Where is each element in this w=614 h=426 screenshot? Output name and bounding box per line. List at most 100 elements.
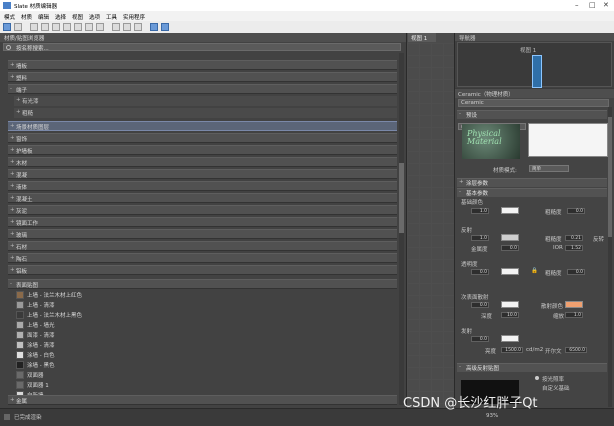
kelvin-spinner[interactable]: 6500.0: [565, 347, 587, 353]
move-icon[interactable]: [30, 23, 38, 31]
rollout-special-maps[interactable]: - 高级反射贴图: [457, 363, 607, 372]
menu-tools[interactable]: 工具: [106, 13, 117, 21]
base-weight-spinner[interactable]: 1.0: [471, 208, 489, 214]
category-row[interactable]: + 混凝: [8, 169, 397, 179]
material-item[interactable]: 双面器 1: [16, 380, 397, 390]
radio-physical[interactable]: [535, 376, 539, 380]
background-icon[interactable]: [96, 23, 104, 31]
emission-color-swatch[interactable]: [501, 335, 519, 342]
material-item[interactable]: 涂墙 - 清漆: [16, 340, 397, 350]
category-row[interactable]: + 塑料: [8, 72, 397, 82]
reflection-weight-spinner[interactable]: 1.0: [471, 235, 489, 241]
category-row[interactable]: + 灰泥: [8, 205, 397, 215]
expand-icon: +: [10, 123, 15, 129]
navigator-node[interactable]: [532, 55, 542, 88]
menu-material[interactable]: 材质: [21, 13, 32, 21]
scatter-color-swatch[interactable]: [565, 301, 583, 308]
menu-utilities[interactable]: 实用程序: [123, 13, 145, 21]
menu-edit[interactable]: 编辑: [38, 13, 49, 21]
close-icon[interactable]: ✕: [603, 1, 609, 9]
maximize-icon[interactable]: □: [589, 1, 596, 9]
navigator-view[interactable]: 视图 1: [457, 42, 612, 88]
search-input[interactable]: 按名称搜索...: [3, 43, 401, 52]
transparency-color-swatch[interactable]: [501, 268, 519, 275]
category-row[interactable]: + 护墙板: [8, 145, 397, 155]
material-item[interactable]: 上墙 - 清漆: [16, 300, 397, 310]
base-color-swatch[interactable]: [501, 207, 519, 214]
node-view[interactable]: 视图 1: [407, 33, 455, 408]
reflection-color-swatch[interactable]: [501, 234, 519, 241]
category-row[interactable]: + 金属: [8, 395, 397, 405]
menu-select[interactable]: 选择: [55, 13, 66, 21]
category-row[interactable]: + 混凝土: [8, 193, 397, 203]
map-icon[interactable]: [85, 23, 93, 31]
render-icon[interactable]: [41, 23, 49, 31]
subcategory-row[interactable]: + 粗糙: [14, 108, 397, 118]
material-mode-dropdown[interactable]: 简单: [529, 165, 569, 172]
category-row-selected[interactable]: + 场景材质图层: [8, 121, 397, 131]
roughness-spinner[interactable]: 0.0: [567, 208, 585, 214]
pick-icon[interactable]: [14, 23, 22, 31]
scroll-thumb[interactable]: [399, 163, 404, 233]
tab-view1[interactable]: 视图 1: [408, 33, 436, 42]
inverse-label: 反转: [593, 237, 605, 243]
view-nav-icon[interactable]: [161, 23, 169, 31]
rollout-coating[interactable]: + 涂层参数: [457, 178, 607, 187]
material-item[interactable]: 涂墙 - 黑色: [16, 360, 397, 370]
lock-icon[interactable]: [74, 23, 82, 31]
delete-icon[interactable]: [63, 23, 71, 31]
category-row[interactable]: + 玻璃: [8, 229, 397, 239]
browser-header: 材质/贴图浏览器: [0, 33, 406, 42]
material-item[interactable]: 上墙 - 法兰木材上黑色: [16, 310, 397, 320]
scale-spinner[interactable]: 1.0: [565, 312, 583, 318]
lock-icon[interactable]: 🔒: [531, 268, 538, 274]
category-row[interactable]: + 木材: [8, 157, 397, 167]
metalness-spinner[interactable]: 0.0: [501, 245, 519, 251]
category-row[interactable]: + 液体: [8, 181, 397, 191]
browser-scrollbar[interactable]: [399, 53, 404, 405]
category-row[interactable]: + 铝板: [8, 265, 397, 275]
reflection-roughness-spinner[interactable]: 0.21: [565, 235, 583, 241]
menu-view[interactable]: 视图: [72, 13, 83, 21]
view-params-icon[interactable]: [150, 23, 158, 31]
select-tool-icon[interactable]: [3, 23, 11, 31]
window-title: Slate 材质编辑器: [14, 4, 58, 10]
layout-icon[interactable]: [112, 23, 120, 31]
sss-weight-spinner[interactable]: 0.0: [471, 302, 489, 308]
category-row[interactable]: + 墙板: [8, 60, 397, 70]
parameter-editor: Ceramic（物理材质） Ceramic -预设 (选择预设)... Phys…: [455, 89, 614, 408]
scale-label: 缩放: [553, 314, 565, 320]
arrange-icon[interactable]: [123, 23, 131, 31]
minimize-icon[interactable]: –: [575, 1, 579, 9]
material-item[interactable]: 涂墙 - 白色: [16, 350, 397, 360]
category-row[interactable]: + 镜面工作: [8, 217, 397, 227]
transparency-spinner[interactable]: 0.0: [471, 269, 489, 275]
transparency-roughness-spinner[interactable]: 0.0: [567, 269, 585, 275]
rollout-basic[interactable]: - 基本参数: [457, 188, 607, 197]
hide-icon[interactable]: [134, 23, 142, 31]
material-item[interactable]: 双面器: [16, 370, 397, 380]
category-row[interactable]: - 端子: [8, 84, 397, 94]
assign-icon[interactable]: [52, 23, 60, 31]
luminance-spinner[interactable]: 1500.0: [501, 347, 523, 353]
material-name-field[interactable]: Ceramic: [458, 99, 609, 107]
rollout-presets[interactable]: - 预设: [457, 110, 607, 119]
material-item[interactable]: 上墙 - 墙光: [16, 320, 397, 330]
emission-weight-spinner[interactable]: 0.0: [471, 336, 489, 342]
subcategory-row[interactable]: + 有光漆: [14, 96, 397, 106]
menu-mode[interactable]: 模式: [4, 13, 15, 21]
depth-spinner[interactable]: 10.0: [501, 312, 519, 318]
parameter-scrollbar[interactable]: [608, 107, 612, 407]
material-item[interactable]: 上墙 - 法兰木材上红色: [16, 290, 397, 300]
scene-materials-section[interactable]: - 表面贴图: [8, 279, 397, 289]
ior-spinner[interactable]: 1.52: [565, 245, 583, 251]
category-row[interactable]: + 石材: [8, 241, 397, 251]
category-row[interactable]: + 窗饰: [8, 133, 397, 143]
menu-options[interactable]: 选项: [89, 13, 100, 21]
material-item[interactable]: 面漆 - 清漆: [16, 330, 397, 340]
reflections-label: 反射: [461, 228, 473, 234]
category-row[interactable]: + 陶石: [8, 253, 397, 263]
preset-list[interactable]: [528, 123, 608, 157]
scroll-thumb[interactable]: [608, 117, 612, 237]
sss-color-swatch[interactable]: [501, 301, 519, 308]
